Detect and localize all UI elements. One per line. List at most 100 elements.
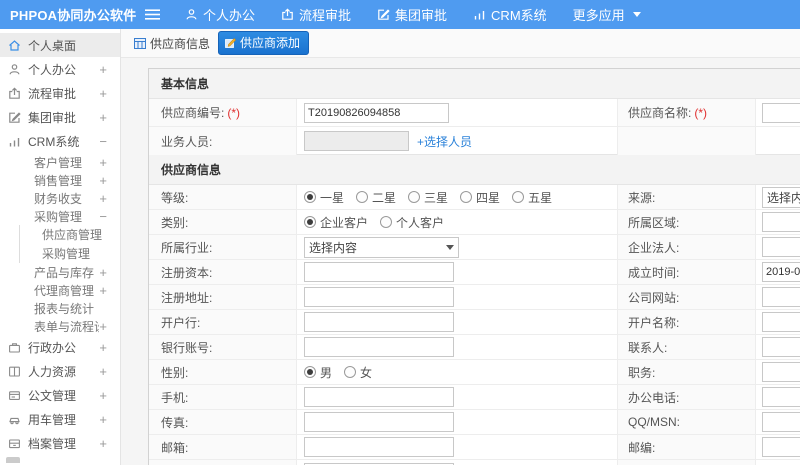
expand-icon[interactable]: +	[99, 156, 107, 169]
sidebar-item-supplier-mgmt[interactable]: 供应商管理	[19, 225, 120, 244]
sidebar-item-admin-office[interactable]: 行政办公 +	[0, 335, 120, 359]
expand-icon[interactable]: +	[99, 284, 107, 297]
radio-level-3[interactable]: 四星	[460, 189, 500, 206]
choose-staff-link[interactable]: +选择人员	[417, 133, 472, 150]
field-established-date[interactable]	[762, 262, 800, 282]
radio-category-0[interactable]: 企业客户	[304, 214, 368, 231]
radio-label: 四星	[476, 190, 501, 205]
label-cell	[618, 127, 756, 155]
field-position[interactable]	[762, 362, 800, 382]
field-mobile[interactable]	[304, 387, 454, 407]
sidebar-item-vehicle-mgmt[interactable]: 用车管理 +	[0, 407, 120, 431]
field-account-name[interactable]	[762, 312, 800, 332]
collapse-icon[interactable]: −	[99, 135, 107, 148]
topbar-nav-label: CRM系统	[491, 8, 547, 23]
expand-icon[interactable]: +	[99, 174, 107, 187]
select-value: 选择内容	[309, 240, 358, 255]
sidebar-item-human-resources[interactable]: 人力资源 +	[0, 359, 120, 383]
sidebar-item-form-flow-settings[interactable]: 表单与流程设置+	[0, 317, 120, 335]
sidebar-item-purchasing[interactable]: 采购管理	[19, 244, 120, 263]
sidebar-item-personal-office[interactable]: 个人办公 +	[0, 57, 120, 81]
field-zipcode[interactable]	[762, 437, 800, 457]
sidebar-item-reports-stats[interactable]: 报表与统计	[0, 299, 120, 317]
expand-icon[interactable]: +	[99, 320, 107, 333]
topbar-nav-label: 更多应用	[572, 8, 625, 23]
section-rows: 供应商编号:(*)供应商名称:(*)业务人员:+选择人员	[149, 99, 800, 155]
field-qq-msn[interactable]	[762, 412, 800, 432]
sidebar-item-sales-mgmt[interactable]: 销售管理 +	[0, 171, 120, 189]
radio-label: 个人客户	[396, 215, 445, 230]
sidebar-item-product-inventory[interactable]: 产品与库存 +	[0, 263, 120, 281]
topbar-nav-workflow-approval[interactable]: 流程审批	[268, 0, 364, 29]
sidebar-item-label: 采购管理	[42, 247, 91, 261]
field-region[interactable]	[762, 212, 800, 232]
field-legal-person[interactable]	[762, 237, 800, 257]
radio-gender-0[interactable]: 男	[304, 364, 332, 381]
field-registered-address[interactable]	[304, 287, 454, 307]
radio-level-2[interactable]: 三星	[408, 189, 448, 206]
topbar-nav-group-approval[interactable]: 集团审批	[364, 0, 460, 29]
sidebar-item-customer-mgmt[interactable]: 客户管理 +	[0, 153, 120, 171]
field-contact-person[interactable]	[762, 337, 800, 357]
radio-level-0[interactable]: 一星	[304, 189, 344, 206]
expand-icon[interactable]: +	[99, 341, 107, 354]
sidebar-item-personal-desktop[interactable]: 个人桌面	[0, 33, 120, 57]
radio-level-1[interactable]: 二星	[356, 189, 396, 206]
field-bank-account[interactable]	[304, 337, 454, 357]
topbar-nav-personal-office[interactable]: 个人办公	[172, 0, 268, 29]
required-marker: (*)	[694, 105, 708, 120]
collapse-icon[interactable]: −	[99, 210, 107, 223]
input-cell: +选择人员	[297, 127, 618, 155]
sidebar-item-purchase-mgmt[interactable]: 采购管理 −	[0, 207, 120, 225]
label-cell: 职务:	[618, 360, 756, 384]
field-office-phone[interactable]	[762, 387, 800, 407]
caret-down-icon	[446, 244, 454, 250]
sidebar-item-label: 用车管理	[28, 412, 77, 427]
expand-icon[interactable]: +	[99, 63, 107, 76]
sidebar-item-document-mgmt[interactable]: 公文管理 +	[0, 383, 120, 407]
sidebar-item-group-approval[interactable]: 集团审批 +	[0, 105, 120, 129]
expand-icon[interactable]: +	[99, 266, 107, 279]
field-supplier-name[interactable]	[762, 102, 800, 123]
tab-supplier-info[interactable]: 供应商信息	[134, 35, 210, 52]
expand-icon[interactable]: +	[99, 87, 107, 100]
briefcase-icon	[8, 341, 28, 354]
table-icon	[134, 37, 146, 49]
input-cell	[297, 410, 618, 434]
field-supplier-code[interactable]	[304, 102, 449, 123]
expand-icon[interactable]: +	[99, 413, 107, 426]
field-staff[interactable]	[304, 131, 409, 151]
topbar-nav-crm-system[interactable]: CRM系统	[460, 0, 560, 29]
folder-icon	[8, 437, 28, 450]
select-source[interactable]: 选择内容	[762, 186, 800, 208]
sidebar-item-label: 表单与流程设置	[34, 319, 99, 334]
sidebar-item-workflow-approval[interactable]: 流程审批 +	[0, 81, 120, 105]
expand-icon[interactable]: +	[99, 111, 107, 124]
topbar-nav-label: 流程审批	[299, 8, 352, 23]
field-fax[interactable]	[304, 412, 454, 432]
field-registered-capital[interactable]	[304, 262, 454, 282]
field-bank[interactable]	[304, 312, 454, 332]
sidebar-item-crm-system[interactable]: CRM系统 −	[0, 129, 120, 153]
expand-icon[interactable]: +	[99, 192, 107, 205]
sidebar-item-finance-mgmt[interactable]: 财务收支 +	[0, 189, 120, 207]
expand-icon[interactable]: +	[99, 389, 107, 402]
sidebar-item-archive-mgmt[interactable]: 档案管理 +	[0, 431, 120, 455]
expand-icon[interactable]: +	[99, 365, 107, 378]
sidebar-item-label: 人力资源	[28, 364, 77, 379]
field-label: 性别:	[161, 365, 189, 380]
radio-icon	[512, 191, 525, 203]
sidebar-item-agent-mgmt[interactable]: 代理商管理 +	[0, 281, 120, 299]
topbar-nav-more-apps[interactable]: 更多应用	[560, 0, 654, 29]
radio-gender-1[interactable]: 女	[344, 364, 372, 381]
expand-icon[interactable]: +	[99, 437, 107, 450]
chart-icon	[8, 135, 28, 148]
label-cell: 业务人员:	[149, 127, 297, 155]
menu-toggle-button[interactable]	[132, 9, 172, 20]
field-email[interactable]	[304, 437, 454, 457]
radio-level-4[interactable]: 五星	[512, 189, 552, 206]
field-company-website[interactable]	[762, 287, 800, 307]
tab-supplier-add[interactable]: 供应商添加	[218, 31, 310, 55]
select-industry[interactable]: 选择内容	[304, 236, 459, 258]
radio-category-1[interactable]: 个人客户	[380, 214, 444, 231]
